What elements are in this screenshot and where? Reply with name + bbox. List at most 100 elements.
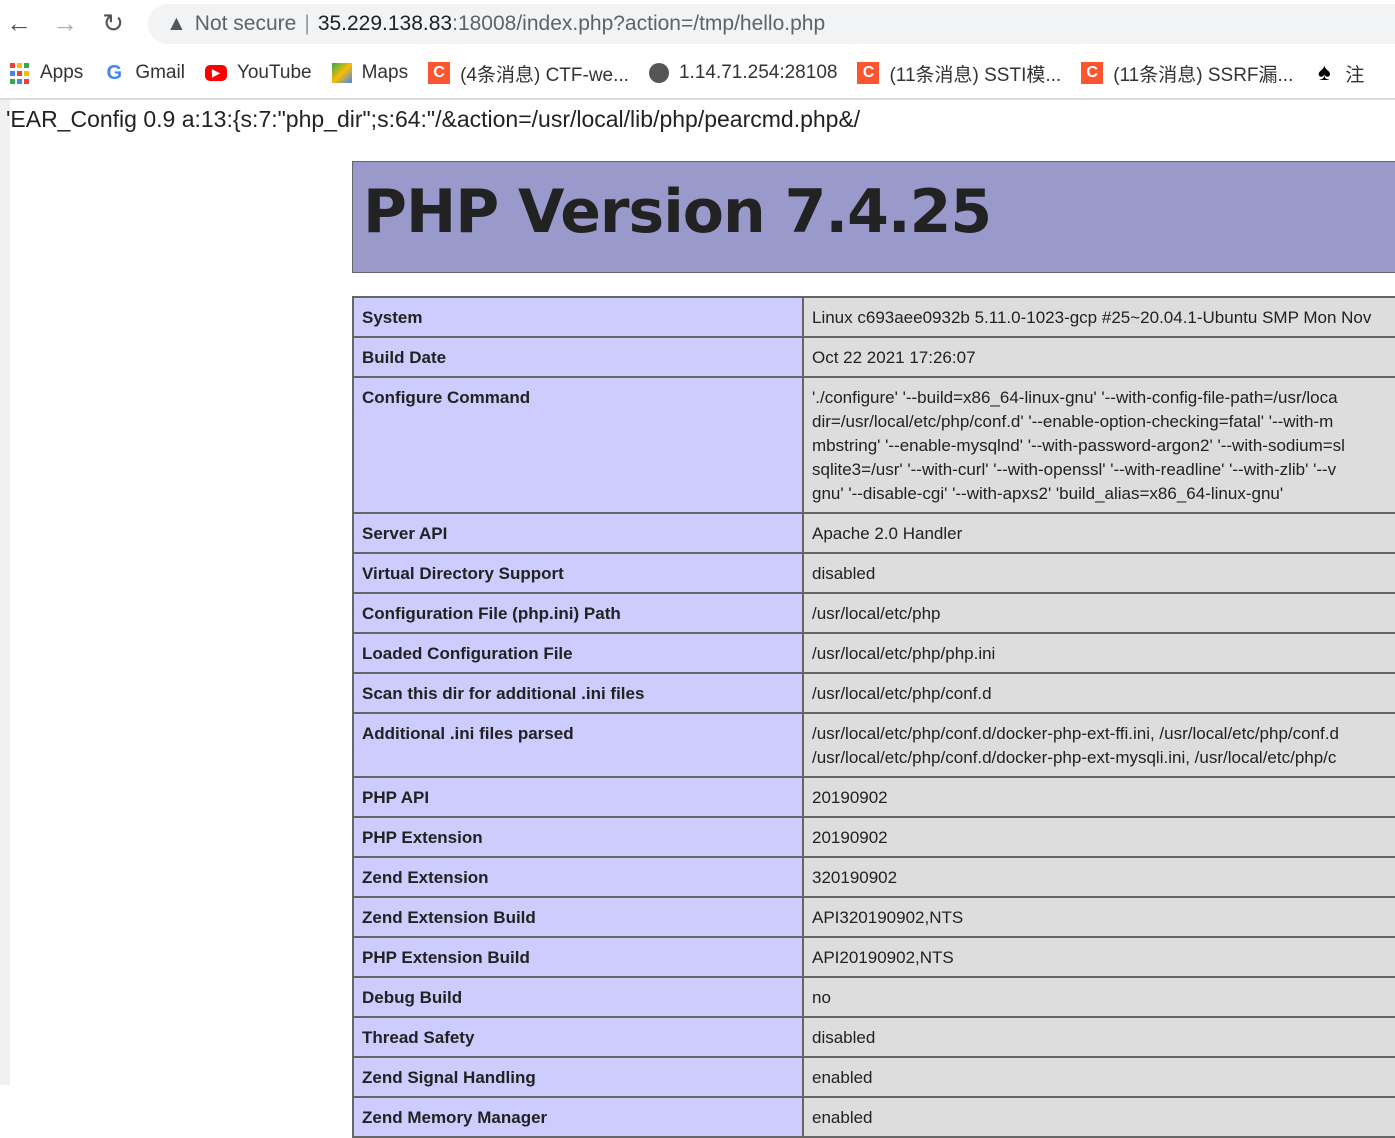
value-line: API320190902,NTS (812, 908, 964, 927)
bookmark-item[interactable]: G Gmail (103, 62, 185, 84)
echo-output: 'EAR_Config 0.9 a:13:{s:7:"php_dir";s:64… (6, 106, 861, 132)
bookmark-item[interactable]: C (11条消息) SSRF漏... (1081, 60, 1293, 87)
row-label: Zend Extension (352, 856, 804, 898)
browser-chrome: ← → ↻ ▲ Not secure | 35.229.138.83:18008/in… (0, 0, 1395, 100)
csdn-icon: C (857, 62, 880, 84)
row-value: API320190902,NTS (802, 896, 1395, 938)
bookmark-item[interactable]: C (11条消息) SSTI模... (857, 60, 1061, 87)
bookmark-item[interactable]: ▶ YouTube (204, 62, 312, 84)
youtube-icon: ▶ (204, 65, 227, 81)
row-value: 320190902 (802, 856, 1395, 898)
table-row: Loaded Configuration File/usr/local/etc/… (352, 632, 1395, 674)
row-value: API20190902,NTS (802, 936, 1395, 978)
globe-icon (648, 63, 669, 83)
row-label: Scan this dir for additional .ini files (352, 672, 804, 714)
value-line: /usr/local/etc/php/conf.d/docker-php-ext… (812, 748, 1337, 767)
csdn-icon: C (1081, 62, 1104, 84)
value-line: Oct 22 2021 17:26:07 (812, 348, 976, 367)
bookmark-label: (4条消息) CTF-we... (460, 64, 629, 86)
bookmark-item[interactable]: ♠ 注 (1313, 59, 1364, 87)
bookmark-item[interactable]: C (4条消息) CTF-we... (428, 60, 629, 87)
table-row: Zend Memory Manager enabled (352, 1096, 1395, 1138)
value-line: /usr/local/etc/php (812, 604, 941, 623)
table-row: Zend Extension 320190902 (352, 856, 1395, 898)
table-row: Additional .ini files parsed/usr/local/e… (352, 712, 1395, 778)
table-row: Thread Safety disabled (352, 1016, 1395, 1058)
value-line: dir=/usr/local/etc/php/conf.d' '--enable… (812, 412, 1334, 431)
row-label: Additional .ini files parsed (352, 712, 804, 778)
row-label: PHP API (352, 776, 804, 818)
row-value: 20190902 (802, 776, 1395, 818)
row-value: Linux c693aee0932b 5.11.0-1023-gcp #25~2… (802, 296, 1395, 338)
bookmark-label: 1.14.71.254:28108 (678, 62, 838, 83)
value-line: /usr/local/etc/php/conf.d (812, 684, 992, 703)
value-line: './configure' '--build=x86_64-linux-gnu'… (812, 388, 1338, 407)
value-line: /usr/local/etc/php/conf.d/docker-php-ext… (812, 724, 1339, 743)
bookmarks-bar: Apps G Gmail ▶ YouTube Maps C (4条消息) CTF-we... 1… (8, 58, 1395, 88)
value-line: /usr/local/etc/php/php.ini (812, 644, 996, 663)
value-line: sqlite3=/usr' '--with-curl' '--with-open… (812, 460, 1337, 479)
row-label: PHP Extension Build (352, 936, 804, 978)
google-icon: G (106, 61, 123, 84)
row-value: Oct 22 2021 17:26:07 (802, 336, 1395, 378)
row-label: PHP Extension (352, 816, 804, 858)
table-row: Scan this dir for additional .ini files /… (352, 672, 1395, 714)
value-line: no (812, 988, 831, 1007)
phpinfo-table: System Linux c693aee0932b 5.11.0-1023-gcp… (352, 296, 1395, 1138)
table-row: Zend Extension Build API320190902,NTS (352, 896, 1395, 938)
forward-button[interactable]: → (50, 8, 80, 39)
row-value: Apache 2.0 Handler (802, 512, 1395, 554)
row-label: Thread Safety (352, 1016, 804, 1058)
security-label: Not secure (194, 12, 297, 35)
row-value: disabled (802, 1016, 1395, 1058)
row-value: 20190902 (802, 816, 1395, 858)
table-row: Configure Command './configure' '--build=… (352, 376, 1395, 514)
row-label: Zend Signal Handling (352, 1056, 804, 1098)
table-row: Debug Build no (352, 976, 1395, 1018)
reload-button[interactable]: ↻ (98, 8, 128, 39)
table-row: Server API Apache 2.0 Handler (352, 512, 1395, 554)
value-line: 320190902 (812, 868, 898, 887)
back-button[interactable]: ← (4, 8, 34, 39)
row-label: Server API (352, 512, 804, 554)
csdn-icon: C (428, 62, 451, 84)
table-row: Zend Signal Handling enabled (352, 1056, 1395, 1098)
value-line: Linux c693aee0932b 5.11.0-1023-gcp #25~2… (812, 308, 1372, 327)
bookmark-label: (11条消息) SSRF漏... (1113, 64, 1294, 86)
table-row: PHP API 20190902 (352, 776, 1395, 818)
row-label: Debug Build (352, 976, 804, 1018)
table-row: PHP Extension Build API20190902,NTS (352, 936, 1395, 978)
bookmark-item[interactable]: 1.14.71.254:28108 (648, 62, 838, 84)
value-line: enabled (812, 1108, 873, 1127)
table-row: PHP Extension 20190902 (352, 816, 1395, 858)
bookmark-label: Apps (40, 62, 84, 83)
bookmark-item[interactable]: Apps (8, 62, 83, 84)
bookmark-label: YouTube (236, 62, 312, 83)
row-value: /usr/local/etc/php (802, 592, 1395, 634)
spade-icon: ♠ (1318, 59, 1331, 86)
table-row: Build Date Oct 22 2021 17:26:07 (352, 336, 1395, 378)
bookmark-item[interactable]: Maps (331, 62, 408, 84)
value-line: enabled (812, 1068, 873, 1087)
row-label: Zend Extension Build (352, 896, 804, 938)
row-value: enabled (802, 1096, 1395, 1138)
row-value: /usr/local/etc/php/php.ini (802, 632, 1395, 674)
value-line: Apache 2.0 Handler (812, 524, 963, 543)
row-value: /usr/local/etc/php/conf.d/docker-php-ext… (802, 712, 1395, 778)
value-line: 20190902 (812, 828, 888, 847)
row-label: Configure Command (352, 376, 804, 514)
maps-icon (331, 63, 352, 83)
value-line: mbstring' '--enable-mysqlnd' '--with-pas… (812, 436, 1345, 455)
row-value: './configure' '--build=x86_64-linux-gnu'… (802, 376, 1395, 514)
row-value: /usr/local/etc/php/conf.d (802, 672, 1395, 714)
row-label: Configuration File (php.ini) Path (352, 592, 804, 634)
php-header: PHP Version 7.4.25 (352, 161, 1395, 273)
row-value: enabled (802, 1056, 1395, 1098)
address-bar[interactable]: ▲ Not secure | 35.229.138.83:18008/index.ph… (148, 4, 1395, 44)
row-label: System (352, 296, 804, 338)
row-label: Build Date (352, 336, 804, 378)
page-title: PHP Version 7.4.25 (363, 177, 992, 247)
url-path: :18008/index.php?action=/tmp/hello.php (452, 12, 826, 35)
apps-icon (8, 62, 30, 84)
row-label: Virtual Directory Support (352, 552, 804, 594)
